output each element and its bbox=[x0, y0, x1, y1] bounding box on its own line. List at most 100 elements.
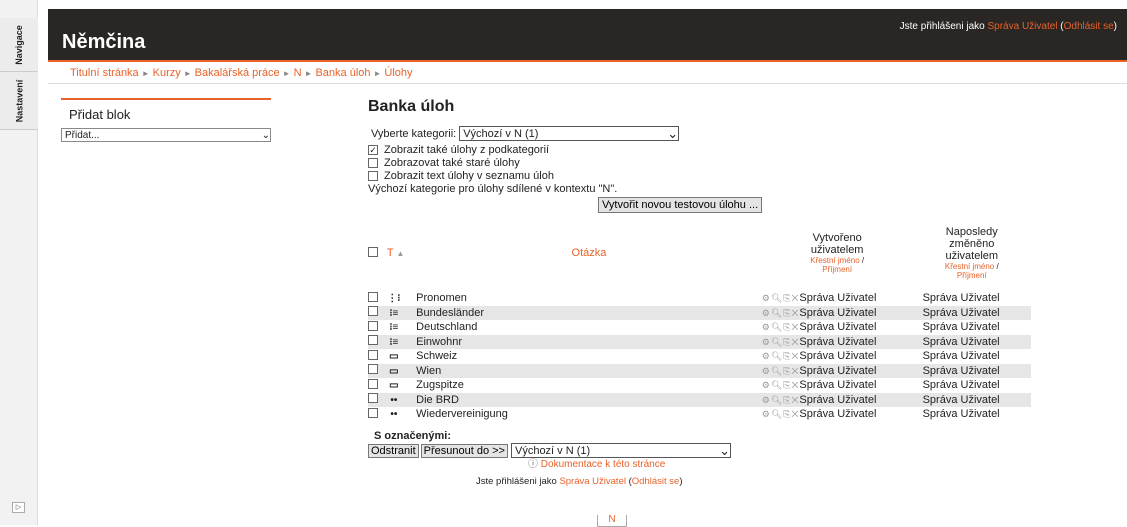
modified-sort-lastname[interactable]: Příjmení bbox=[957, 271, 987, 280]
edit-icon[interactable]: ⚙ bbox=[762, 351, 771, 361]
row-checkbox[interactable] bbox=[368, 335, 378, 346]
row-checkbox[interactable] bbox=[368, 291, 378, 302]
user-link[interactable]: Správa Uživatel bbox=[987, 21, 1057, 32]
preview-icon[interactable]: 🔍︎ bbox=[771, 366, 783, 376]
modified-by-name: Správa Uživatel bbox=[922, 379, 1000, 392]
question-type-cell: ▭ bbox=[387, 378, 416, 393]
dock-tab-navigation[interactable]: Navigace bbox=[0, 18, 38, 72]
subcategories-checkbox[interactable]: ✓ bbox=[368, 144, 378, 155]
preview-icon[interactable]: 🔍︎ bbox=[771, 351, 783, 361]
row-checkbox[interactable] bbox=[368, 364, 378, 375]
row-checkbox[interactable] bbox=[368, 393, 378, 404]
created-by-name: Správa Uživatel bbox=[799, 408, 877, 421]
delete-button[interactable]: Odstranit bbox=[368, 443, 419, 458]
edit-icon[interactable]: ⚙ bbox=[762, 293, 771, 303]
question-type-icon: ▭ bbox=[389, 365, 399, 377]
add-block-select[interactable]: Přidat... ⌄ bbox=[61, 128, 271, 142]
edit-icon[interactable]: ⚙ bbox=[762, 409, 771, 419]
create-question-button[interactable]: Vytvořit novou testovou úlohu ... bbox=[598, 197, 763, 213]
footer-user-link[interactable]: Správa Uživatel bbox=[559, 476, 626, 487]
type-sort-link[interactable]: T bbox=[387, 247, 394, 259]
preview-icon[interactable]: 🔍︎ bbox=[771, 308, 783, 318]
created-header-line: Vytvořeno bbox=[812, 232, 862, 244]
footer-logout-link[interactable]: Odhlásit se bbox=[632, 476, 680, 487]
preview-icon[interactable]: 🔍︎ bbox=[771, 293, 783, 303]
duplicate-icon[interactable]: ⎘ bbox=[783, 409, 791, 419]
duplicate-icon[interactable]: ⎘ bbox=[783, 293, 791, 303]
question-name: Die BRD bbox=[416, 393, 459, 406]
breadcrumb-questions[interactable]: Úlohy bbox=[384, 67, 412, 79]
duplicate-icon[interactable]: ⎘ bbox=[783, 337, 791, 347]
question-sort-link[interactable]: Otázka bbox=[572, 247, 607, 259]
edit-icon[interactable]: ⚙ bbox=[762, 308, 771, 318]
course-home-button[interactable]: N bbox=[597, 515, 627, 527]
duplicate-icon[interactable]: ⎘ bbox=[783, 351, 791, 361]
created-by-name: Správa Uživatel bbox=[799, 321, 877, 334]
question-name: Schweiz bbox=[416, 350, 458, 363]
add-block: Přidat blok Přidat... ⌄ bbox=[61, 98, 271, 142]
row-checkbox[interactable] bbox=[368, 378, 378, 389]
option-question-text[interactable]: Zobrazit text úlohy v seznamu úloh bbox=[368, 169, 1068, 182]
row-checkbox[interactable] bbox=[368, 407, 378, 418]
created-by-cell: ⚙🔍︎⎘✕Správa Uživatel bbox=[761, 334, 913, 349]
question-name-cell: Wien bbox=[416, 363, 762, 378]
breadcrumb-home[interactable]: Titulní stránka bbox=[70, 67, 139, 79]
duplicate-icon[interactable]: ⎘ bbox=[783, 322, 791, 332]
row-checkbox[interactable] bbox=[368, 349, 378, 360]
edit-icon[interactable]: ⚙ bbox=[762, 322, 771, 332]
breadcrumb-course[interactable]: N bbox=[294, 67, 302, 79]
modified-sort-firstname[interactable]: Křestní jméno bbox=[945, 262, 994, 271]
breadcrumb-question-bank[interactable]: Banka úloh bbox=[315, 67, 370, 79]
edit-icon[interactable]: ⚙ bbox=[762, 337, 771, 347]
action-icons: ⚙🔍︎⎘✕ bbox=[762, 308, 800, 318]
modified-by-cell: Správa Uživatel bbox=[912, 334, 1031, 349]
modified-header-line: Naposledy bbox=[945, 226, 998, 238]
question-text-checkbox[interactable] bbox=[368, 170, 378, 181]
old-questions-checkbox[interactable] bbox=[368, 157, 378, 168]
modified-by-name: Správa Uživatel bbox=[922, 393, 1000, 406]
edit-icon[interactable]: ⚙ bbox=[762, 395, 771, 405]
row-select-cell bbox=[368, 305, 387, 320]
dock-tab-settings[interactable]: Nastavení bbox=[0, 72, 38, 130]
breadcrumb-separator-icon: ► bbox=[282, 69, 291, 78]
question-type-icon: ⋮⁝ bbox=[387, 293, 401, 305]
option-subcategories[interactable]: ✓ Zobrazit také úlohy z podkategorií bbox=[368, 143, 1068, 156]
preview-icon[interactable]: 🔍︎ bbox=[771, 322, 783, 332]
category-label: Vyberte kategorii: bbox=[371, 127, 457, 140]
docs-link[interactable]: ⓘ Dokumentace k této stránce bbox=[528, 455, 665, 470]
login-prefix: Jste přihlášeni jako bbox=[899, 21, 988, 32]
modified-by-name: Správa Uživatel bbox=[922, 335, 1000, 348]
edit-icon[interactable]: ⚙ bbox=[762, 380, 771, 390]
edit-icon[interactable]: ⚙ bbox=[762, 366, 771, 376]
type-header[interactable]: T ▲ bbox=[387, 221, 416, 285]
question-type-cell: ▭ bbox=[387, 349, 416, 364]
bulk-label: S označenými: bbox=[374, 430, 452, 442]
created-sort-firstname[interactable]: Křestní jméno bbox=[810, 256, 859, 265]
option-old-questions[interactable]: Zobrazovat také staré úlohy bbox=[368, 156, 1068, 169]
breadcrumb-courses[interactable]: Kurzy bbox=[153, 67, 181, 79]
logout-link[interactable]: Odhlásit se bbox=[1064, 21, 1114, 32]
modified-by-cell: Správa Uživatel bbox=[913, 320, 1031, 335]
row-checkbox[interactable] bbox=[368, 320, 378, 331]
duplicate-icon[interactable]: ⎘ bbox=[783, 308, 791, 318]
preview-icon[interactable]: 🔍︎ bbox=[771, 395, 783, 405]
preview-icon[interactable]: 🔍︎ bbox=[771, 380, 783, 390]
breadcrumb-category[interactable]: Bakalářská práce bbox=[195, 67, 280, 79]
category-select[interactable]: Výchozí v N (1) ⌄ bbox=[459, 126, 680, 141]
created-by-name: Správa Uživatel bbox=[799, 379, 877, 392]
question-name: Pronomen bbox=[416, 292, 467, 305]
question-name-cell: Wiedervereinigung bbox=[416, 407, 762, 422]
duplicate-icon[interactable]: ⎘ bbox=[783, 380, 791, 390]
created-sort-lastname[interactable]: Příjmení bbox=[822, 265, 852, 274]
created-by-cell: ⚙🔍︎⎘✕Správa Uživatel bbox=[762, 349, 913, 364]
preview-icon[interactable]: 🔍︎ bbox=[771, 409, 783, 419]
expand-icon[interactable]: ▷ bbox=[12, 502, 25, 513]
category-row: Vyberte kategorii: Výchozí v N (1) ⌄ bbox=[371, 126, 1068, 141]
move-button[interactable]: Přesunout do >> bbox=[420, 443, 508, 458]
duplicate-icon[interactable]: ⎘ bbox=[783, 395, 791, 405]
preview-icon[interactable]: 🔍︎ bbox=[771, 337, 783, 347]
duplicate-icon[interactable]: ⎘ bbox=[783, 366, 791, 376]
question-header[interactable]: Otázka bbox=[416, 221, 762, 285]
row-checkbox[interactable] bbox=[368, 306, 378, 317]
select-all-checkbox[interactable] bbox=[368, 246, 378, 257]
